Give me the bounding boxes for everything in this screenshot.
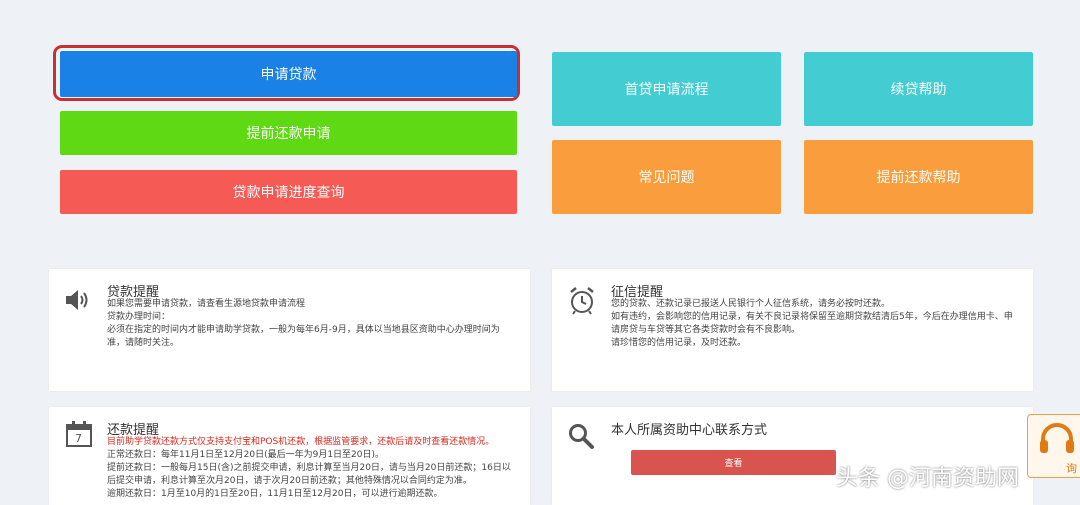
calendar-number: 7 (75, 432, 82, 445)
view-contact-button[interactable]: 查看 (631, 450, 836, 475)
loan-reminder-line: 准，请随时关注。 (107, 338, 180, 348)
repay-reminder-line: 提前还款日：一般每月15日(含)之前提交申请，利息计算至当月20日，请与当月20… (107, 463, 511, 473)
loan-reminder-line: 必须在指定的时间内才能申请助学贷款，一般为每年6月-9月，具体以当地县区资助中心… (107, 325, 500, 335)
renew-help-button[interactable]: 续贷帮助 (804, 52, 1033, 126)
early-repay-help-button[interactable]: 提前还款帮助 (804, 140, 1033, 214)
early-repay-apply-button[interactable]: 提前还款申请 (60, 111, 517, 155)
loan-reminder-line: 如果您需要申请贷款，请查看生源地贷款申请流程 (107, 299, 306, 309)
credit-reminder-line: 请房贷与车贷等其它各类贷款时会有不良影响。 (611, 325, 801, 335)
progress-query-button[interactable]: 贷款申请进度查询 (60, 170, 517, 214)
credit-reminder-line: 您的贷款、还款记录已报送人民银行个人征信系统，请务必按时还款。 (611, 299, 891, 309)
repay-reminder-text: 目前助学贷款还款方式仅支持支付宝和POS机还款，根据监管要求，还款后请及时查看还… (107, 436, 522, 501)
faq-button[interactable]: 常见问题 (552, 140, 781, 214)
loan-reminder-line: 贷款办理时间： (107, 312, 171, 322)
watermark: 头条 @河南资助网 (836, 466, 1019, 491)
alarm-clock-icon (567, 285, 597, 319)
repay-reminder-line: 逾期还款日：1月至10月的1日至20日，11月1日至12月20日，可以进行逾期还… (107, 489, 443, 499)
contact-title: 本人所属资助中心联系方式 (611, 423, 768, 438)
repay-notice: 目前助学贷款还款方式仅支持支付宝和POS机还款，根据监管要求，还款后请及时查看还… (107, 437, 495, 447)
apply-loan-button[interactable]: 申请贷款 (60, 51, 517, 97)
side-help-widget[interactable]: 询 (1027, 414, 1080, 478)
side-widget-label: 询 (1066, 462, 1077, 475)
loan-reminder-text: 如果您需要申请贷款，请查看生源地贷款申请流程 贷款办理时间： 必须在指定的时间内… (107, 298, 522, 350)
credit-reminder-line: 请珍惜您的信用记录，及时还款。 (611, 338, 747, 348)
repay-reminder-line: 正常还款日：每年11月1日至12月20日(最后一年为9月1日至20日)。 (107, 450, 385, 460)
search-icon (567, 422, 595, 454)
first-loan-process-button[interactable]: 首贷申请流程 (552, 52, 781, 126)
speaker-icon (64, 288, 90, 316)
repay-reminder-line: 后提交申请，利息计算至次月20日，请于次月20日前还款；其他特殊情况以合同约定为… (107, 476, 472, 486)
headset-icon (1037, 421, 1077, 461)
credit-reminder-text: 您的贷款、还款记录已报送人民银行个人征信系统，请务必按时还款。 如有违约，会影响… (611, 298, 1026, 350)
credit-reminder-line: 如有违约，会影响您的信用记录，有关不良记录将保留至逾期贷款结清后5年，今后在办理… (611, 312, 1013, 322)
